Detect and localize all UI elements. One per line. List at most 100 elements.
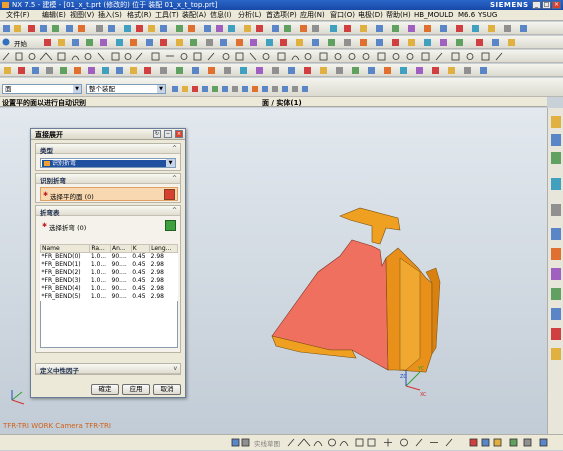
nx-app-icon [2,2,9,8]
cell-k: 0.45 [132,269,146,276]
identify-bend-group: 识别折弯 ^ ✱ 选择平的面 (0) [35,173,181,203]
minimize-button[interactable]: _ [532,1,541,9]
menu-m66[interactable]: M6.6 [458,11,475,20]
table-row[interactable]: *FR_BEND(5) 1.0... 90.... 0.45 2.98 [41,293,178,301]
cell-name: *FR_BEND(3) [41,277,81,284]
type-group: 类型 ^ 识别折弯 ▼ [35,143,181,171]
chevron-up-icon[interactable]: ^ [172,145,177,152]
toolbar-icons-row-1[interactable] [0,22,563,35]
part-flange-top[interactable] [339,207,401,245]
select-bend-row[interactable]: ✱ 选择折弯 (0) [40,219,178,233]
part-bend-inner[interactable] [399,257,421,371]
toolbar-icons-row-2[interactable] [0,36,563,49]
bottom-toolbar: 实线草图 [0,434,563,450]
snap-icons-row[interactable] [0,78,563,97]
cell-angle: 90.... [111,269,127,276]
menu-tools[interactable]: 工具(T) [155,11,179,20]
prompt-text: 设置平的面以进行自动识别 [2,99,86,107]
chevron-down-icon[interactable]: v [173,365,177,372]
dialog-titlebar[interactable]: 直接展开 ↻ − × [31,129,185,140]
cell-length: 2.98 [150,261,164,268]
col-angle[interactable]: An... [110,244,132,253]
cell-radius: 1.0... [90,269,107,276]
neutral-factor-header[interactable]: 定义中性因子 v [36,364,180,375]
table-row[interactable]: *FR_BEND(3) 1.0... 90.... 0.45 2.98 [41,277,178,285]
select-flat-face-label: 选择平的面 (0) [50,193,94,201]
menu-assembly[interactable]: 装配(A) [182,11,206,20]
menu-hb-mould[interactable]: HB_MOULD [414,11,454,20]
menu-window[interactable]: 窗口(O) [330,11,355,20]
reset-icon[interactable]: ↻ [153,130,161,138]
view-label: 面 / 实体(1) [262,99,302,107]
cell-length: 2.98 [150,269,164,276]
maximize-button[interactable]: □ [542,1,551,9]
menu-help[interactable]: 帮助(H) [386,11,411,20]
bend-table[interactable]: Name Ra... An... K Leng... *FR_BEND(0) 1… [39,244,178,301]
axis-label-x: XC [420,392,427,398]
resource-bar [547,108,563,434]
menu-format[interactable]: 格式(R) [127,11,151,20]
cell-radius: 1.0... [90,261,107,268]
cell-length: 2.98 [150,277,164,284]
toolbar-icons-row-4[interactable] [0,64,563,77]
close-button[interactable]: × [552,1,561,9]
menu-edit[interactable]: 编辑(E) [42,11,66,20]
toolbar-row-1 [0,22,563,35]
cell-length: 2.98 [150,293,164,300]
table-row[interactable]: *FR_BEND(2) 1.0... 90.... 0.45 2.98 [41,269,178,277]
menu-file[interactable]: 文件(F) [6,11,30,20]
menu-preferences[interactable]: 首选项(P) [266,11,297,20]
resource-bar-icons[interactable] [548,108,563,434]
col-length[interactable]: Leng... [149,244,178,253]
cell-length: 2.98 [150,285,164,292]
bottom-toolbar-icons[interactable] [0,435,563,451]
col-radius[interactable]: Ra... [89,244,111,253]
type-combo-selected: 识别折弯 [42,160,166,167]
dialog-close-button[interactable]: × [175,130,183,138]
neutral-factor-group[interactable]: 定义中性因子 v [35,363,181,375]
window-title: NX 7.5 - 建模 - [01_x_t.prt (修改的) 位于 装配 01… [12,1,218,9]
menu-view[interactable]: 视图(V) [70,11,94,20]
minimize-icon[interactable]: − [164,130,172,138]
menu-insert[interactable]: 插入(S) [98,11,122,20]
menu-info[interactable]: 信息(I) [210,11,232,20]
cell-k: 0.45 [132,285,146,292]
identify-group-header[interactable]: 识别折弯 ^ [36,174,180,185]
bend-table-header[interactable]: 折弯表 ^ [36,206,180,217]
table-row[interactable]: *FR_BEND(4) 1.0... 90.... 0.45 2.98 [41,285,178,293]
cell-name: *FR_BEND(5) [41,293,81,300]
cell-k: 0.45 [132,293,146,300]
type-combo[interactable]: 识别折弯 ▼ [40,158,176,168]
table-row[interactable]: *FR_BEND(0) 1.0... 90.... 0.45 2.98 [41,253,178,261]
dialog-buttons: 確定 应用 取消 [31,384,185,396]
select-bend-label: 选择折弯 (0) [49,224,87,232]
face-select-icon[interactable] [164,189,175,200]
required-star-icon: ✱ [43,191,49,198]
col-k[interactable]: K [130,244,151,253]
menu-ysug[interactable]: YSUG [478,11,497,20]
ok-button[interactable]: 確定 [91,384,119,395]
table-row[interactable]: *FR_BEND(1) 1.0... 90.... 0.45 2.98 [41,261,178,269]
cell-name: *FR_BEND(1) [41,261,81,268]
chevron-up-icon[interactable]: ^ [172,207,177,214]
type-group-header[interactable]: 类型 ^ [36,144,180,155]
menu-analysis[interactable]: 分析(L) [238,11,261,20]
required-star-icon: ✱ [42,222,48,229]
cell-name: *FR_BEND(2) [41,269,81,276]
menu-electrode[interactable]: 电极(D) [358,11,383,20]
chevron-up-icon[interactable]: ^ [172,175,177,182]
cell-k: 0.45 [132,277,146,284]
bend-table-head-row: Name Ra... An... K Leng... [39,244,178,253]
apply-button[interactable]: 应用 [122,384,150,395]
chevron-down-icon[interactable]: ▼ [166,159,175,167]
bend-select-icon[interactable] [165,220,176,231]
cancel-button[interactable]: 取消 [153,384,181,395]
menu-application[interactable]: 应用(N) [300,11,325,20]
col-name[interactable]: Name [39,244,91,253]
select-flat-face-row[interactable]: ✱ 选择平的面 (0) [40,187,178,201]
cell-radius: 1.0... [90,293,107,300]
start-button[interactable]: 开始 [14,38,27,48]
toolbar-row-5: 面 ▼ 整个装配 ▼ [0,78,563,97]
axis-triad [405,370,421,391]
toolbar-icons-row-3[interactable] [0,50,563,63]
